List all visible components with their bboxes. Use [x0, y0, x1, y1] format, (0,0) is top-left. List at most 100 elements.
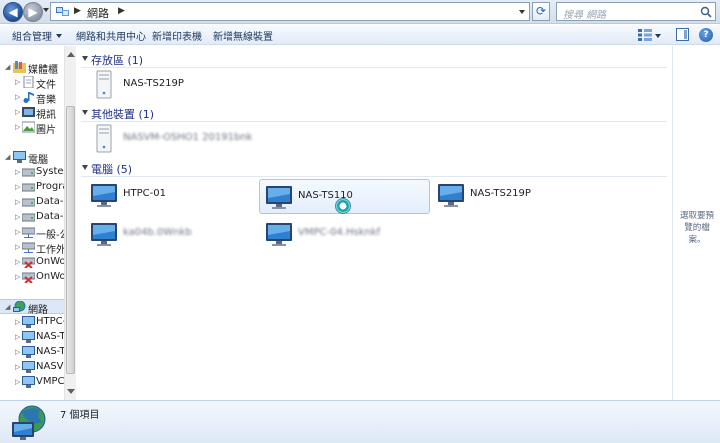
search-icon[interactable]	[700, 6, 712, 18]
nav-network-drive-label: 工作外-	[36, 245, 64, 256]
expand-arrow-icon[interactable]: ▷	[15, 273, 20, 281]
expand-arrow-icon[interactable]: ▷	[15, 123, 20, 131]
add-printer-button[interactable]: 新增印表機	[152, 28, 202, 43]
computer-icon	[91, 223, 117, 246]
navigation-scrollbar[interactable]	[64, 46, 76, 400]
nav-network-drive-work[interactable]: ▷ 工作外-	[0, 240, 64, 256]
nav-drive-label: System	[36, 166, 64, 177]
change-view-icon[interactable]	[638, 29, 652, 41]
collapse-group-icon[interactable]	[82, 56, 88, 61]
nav-network-computer[interactable]: ▷ HTPC-0	[0, 315, 64, 330]
group-header-storage[interactable]: 存放區 (1)	[81, 51, 667, 69]
nav-drive-system[interactable]: ▷ System	[0, 165, 64, 180]
network-drive-icon	[22, 227, 35, 238]
expand-arrow-icon[interactable]: ▷	[15, 198, 20, 206]
collapse-group-icon[interactable]	[82, 110, 88, 115]
expand-arrow-icon[interactable]: ▷	[15, 78, 20, 86]
scroll-up-arrow-icon[interactable]	[67, 52, 75, 57]
hard-drive-icon	[22, 183, 35, 192]
nav-network-computer-label: NAS-TS	[36, 346, 64, 357]
scrollbar-thumb[interactable]	[66, 106, 75, 374]
collapse-arrow-icon[interactable]: ◢	[5, 303, 10, 311]
nav-disconnected-drive-label: OnWor	[36, 271, 64, 282]
nav-network-computer[interactable]: ▷ NAS-TS	[0, 330, 64, 345]
nav-videos[interactable]: ▷ 視訊	[0, 105, 64, 121]
nav-videos-label: 視訊	[36, 110, 56, 121]
computer-item[interactable]: NAS-TS219P	[432, 178, 602, 212]
recent-pages-dropdown-icon[interactable]	[43, 8, 49, 12]
address-box[interactable]: ▶ 網路 ▶	[50, 2, 530, 21]
address-dropdown-icon[interactable]	[519, 10, 525, 14]
computer-item[interactable]: VMPC-04.Hsknkf	[260, 217, 430, 251]
device-item-other[interactable]: NASVM-OSHO1 20191bnk	[85, 122, 265, 156]
nav-documents[interactable]: ▷ 文件	[0, 75, 64, 91]
nav-libraries[interactable]: ◢ 媒體櫃	[0, 60, 64, 76]
collapse-group-icon[interactable]	[82, 165, 88, 170]
nav-drive-data-k[interactable]: ▷ Data-K	[0, 195, 64, 210]
music-icon	[23, 92, 34, 103]
nav-pictures[interactable]: ▷ 圖片	[0, 120, 64, 136]
nav-music[interactable]: ▷ 音樂	[0, 90, 64, 106]
expand-arrow-icon[interactable]: ▷	[15, 168, 20, 176]
view-options-dropdown-icon[interactable]	[655, 34, 661, 38]
refresh-button[interactable]: ⟳	[532, 2, 550, 21]
network-sharing-center-button[interactable]: 網路和共用中心	[76, 28, 146, 43]
group-header-computers[interactable]: 電腦 (5)	[81, 160, 667, 178]
back-arrow-icon[interactable]: ◀	[3, 2, 23, 22]
group-label: 存放區 (1)	[91, 54, 144, 67]
breadcrumb-separator-icon[interactable]: ▶	[118, 6, 125, 16]
nav-disconnected-drive-label: OnWor	[36, 256, 64, 267]
expand-arrow-icon[interactable]: ▷	[15, 333, 20, 341]
expand-arrow-icon[interactable]: ▷	[15, 183, 20, 191]
expand-arrow-icon[interactable]: ▷	[15, 228, 20, 236]
expand-arrow-icon[interactable]: ▷	[15, 93, 20, 101]
collapse-arrow-icon[interactable]: ◢	[5, 153, 10, 161]
nav-disconnected-drive-2[interactable]: ▷ OnWor	[0, 270, 64, 285]
computer-item[interactable]: HTPC-01	[85, 178, 255, 212]
breadcrumb-network[interactable]: 網路	[87, 5, 109, 21]
expand-arrow-icon[interactable]: ▷	[15, 378, 20, 386]
libraries-icon	[13, 61, 26, 73]
collapse-arrow-icon[interactable]: ◢	[5, 63, 10, 71]
video-icon	[22, 107, 35, 117]
help-icon[interactable]: ?	[699, 28, 713, 42]
nav-network-computer[interactable]: ▷ NAS-TS	[0, 345, 64, 360]
scroll-down-arrow-icon[interactable]	[67, 389, 75, 394]
nas-server-icon	[96, 124, 112, 153]
computer-icon	[22, 346, 35, 358]
nav-drive-programs[interactable]: ▷ Prograr	[0, 180, 64, 195]
preview-pane: 選取要預覽的檔案。	[672, 46, 720, 400]
device-name: NAS-TS219P	[123, 78, 184, 89]
nav-network[interactable]: ◢ 網路	[0, 299, 64, 316]
nav-drive-label: Prograr	[36, 181, 64, 192]
add-wireless-device-button[interactable]: 新增無線裝置	[213, 28, 273, 43]
nav-network-drive-public[interactable]: ▷ 一般-公	[0, 225, 64, 241]
nav-drive-data-m[interactable]: ▷ Data-M	[0, 210, 64, 225]
expand-arrow-icon[interactable]: ▷	[15, 243, 20, 251]
hard-drive-icon	[22, 168, 35, 177]
nav-network-computer[interactable]: ▷ NASVM	[0, 360, 64, 375]
search-box[interactable]: 搜尋 網路	[556, 2, 716, 21]
forward-arrow-icon[interactable]: ▶	[23, 2, 43, 22]
organize-button[interactable]: 組合管理	[12, 28, 62, 43]
expand-arrow-icon[interactable]: ▷	[15, 348, 20, 356]
group-divider	[81, 176, 667, 177]
preview-pane-toggle-icon[interactable]	[676, 28, 689, 41]
nav-computer[interactable]: ◢ 電腦	[0, 150, 64, 166]
nav-documents-label: 文件	[36, 80, 56, 91]
computer-item-selected[interactable]: NAS-TS110	[259, 179, 430, 214]
device-item-nas[interactable]: NAS-TS219P	[85, 68, 235, 102]
nav-disconnected-drive-1[interactable]: ▷ OnWor	[0, 255, 64, 270]
expand-arrow-icon[interactable]: ▷	[15, 363, 20, 371]
expand-arrow-icon[interactable]: ▷	[15, 318, 20, 326]
expand-arrow-icon[interactable]: ▷	[15, 258, 20, 266]
computer-item[interactable]: ka04b.0Wnkb	[85, 217, 255, 251]
expand-arrow-icon[interactable]: ▷	[15, 108, 20, 116]
nav-drive-label: Data-M	[36, 211, 64, 222]
nav-network-computer[interactable]: ▷ VMPC-	[0, 375, 64, 390]
breadcrumb-separator-icon[interactable]: ▶	[74, 6, 81, 16]
network-globe-icon	[12, 405, 46, 440]
expand-arrow-icon[interactable]: ▷	[15, 213, 20, 221]
group-header-other-devices[interactable]: 其他裝置 (1)	[81, 105, 667, 123]
device-name: NASVM-OSHO1 20191bnk	[123, 132, 253, 143]
